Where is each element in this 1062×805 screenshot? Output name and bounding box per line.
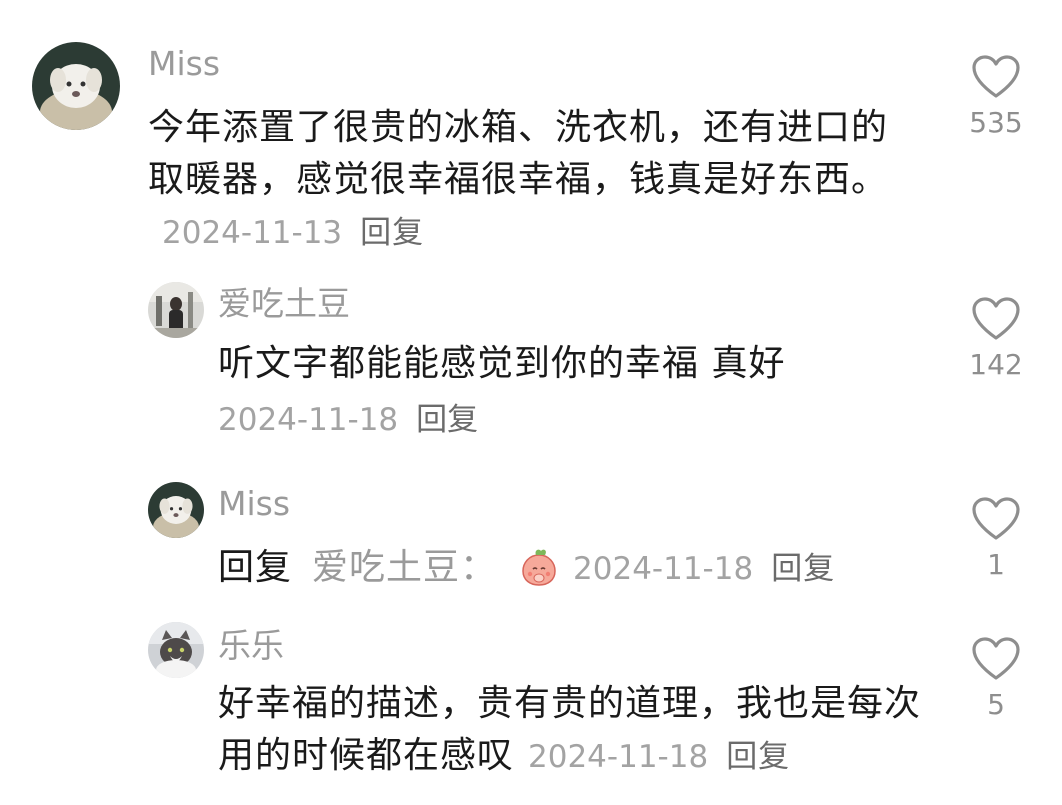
comment-text-block: 今年添置了很贵的冰箱、洗衣机，还有进口的取暖器，感觉很幸福很幸福，钱真是好东西。… — [148, 102, 898, 259]
white-puppy-avatar[interactable] — [32, 42, 120, 130]
comment-date: 2024-11-13 — [162, 215, 343, 251]
comment-item: Miss 回复 爱吃土豆： 2024-11-18 回复 1 — [0, 470, 1062, 610]
like-count: 1 — [987, 548, 1005, 581]
comment-meta: 2024-11-18 回复 — [218, 400, 478, 440]
avatar-image — [148, 622, 204, 678]
reply-button[interactable]: 回复 — [416, 402, 478, 438]
comment-text: 今年添置了很贵的冰箱、洗衣机，还有进口的取暖器，感觉很幸福很幸福，钱真是好东西。 — [148, 107, 889, 200]
peach-praying-emoji — [522, 549, 556, 586]
comment-text: 听文字都能能感觉到你的幸福 真好 — [218, 343, 786, 384]
comment-username[interactable]: Miss — [218, 484, 290, 524]
like-button[interactable]: 5 — [966, 636, 1026, 722]
cat-avatar[interactable] — [148, 622, 204, 678]
heart-icon — [972, 497, 1020, 540]
avatar-image — [148, 482, 204, 538]
comment-item: 爱吃土豆 听文字都能能感觉到你的幸福 真好 2024-11-18 回复 142 — [0, 270, 1062, 450]
person-photo-avatar[interactable] — [148, 282, 204, 338]
comment-username[interactable]: 爱吃土豆 — [218, 284, 350, 324]
avatar-image — [32, 42, 120, 130]
comment-item: 乐乐 好幸福的描述，贵有贵的道理，我也是每次用的时候都在感叹 2024-11-18… — [0, 612, 1062, 805]
comment-date: 2024-11-18 — [218, 402, 399, 438]
like-button[interactable]: 1 — [966, 496, 1026, 582]
like-count: 535 — [969, 106, 1023, 139]
comment-text-block: 回复 爱吃土豆： 2024-11-18 回复 — [218, 542, 938, 595]
reply-button[interactable]: 回复 — [771, 551, 835, 587]
white-puppy-avatar[interactable] — [148, 482, 204, 538]
avatar-image — [148, 282, 204, 338]
comment-username[interactable]: Miss — [148, 44, 220, 84]
heart-icon — [972, 55, 1020, 98]
reply-target-username[interactable]: 爱吃土豆： — [312, 547, 497, 588]
heart-icon — [972, 637, 1020, 680]
like-count: 5 — [987, 688, 1005, 721]
comment-item: Miss 今年添置了很贵的冰箱、洗衣机，还有进口的取暖器，感觉很幸福很幸福，钱真… — [0, 0, 1062, 260]
heart-icon — [972, 297, 1020, 340]
reply-button[interactable]: 回复 — [726, 739, 790, 775]
like-button[interactable]: 535 — [966, 54, 1026, 140]
comment-username[interactable]: 乐乐 — [218, 626, 284, 666]
comment-date: 2024-11-18 — [573, 551, 754, 587]
like-count: 142 — [969, 348, 1023, 381]
reply-button[interactable]: 回复 — [360, 215, 424, 251]
reply-prefix: 回复 — [218, 547, 293, 588]
comment-text-block: 好幸福的描述，贵有贵的道理，我也是每次用的时候都在感叹 2024-11-18 回复 — [218, 678, 938, 783]
like-button[interactable]: 142 — [966, 296, 1026, 382]
comment-date: 2024-11-18 — [528, 739, 709, 775]
